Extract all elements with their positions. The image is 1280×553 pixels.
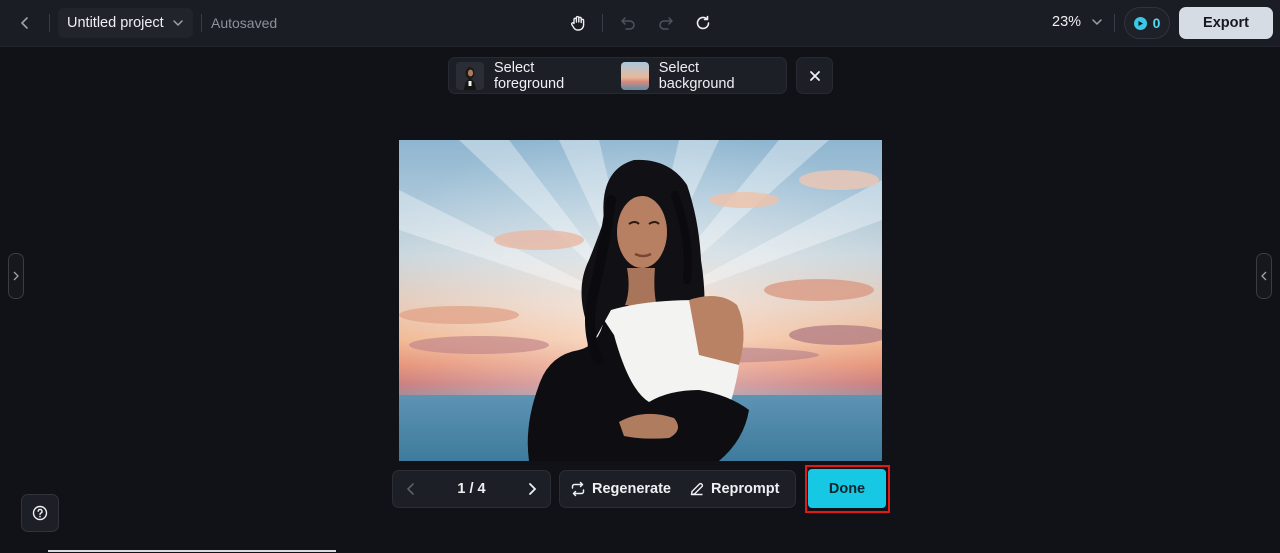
select-foreground-label: Select foreground: [494, 59, 565, 92]
zoom-dropdown[interactable]: 23%: [1052, 14, 1103, 30]
redo-button[interactable]: [654, 11, 678, 35]
reprompt-button[interactable]: Reprompt: [689, 481, 779, 497]
top-bar: Untitled project Autosaved 23% 0 Export: [0, 0, 1280, 47]
undo-icon: [621, 17, 635, 30]
divider: [49, 14, 50, 32]
autosave-status: Autosaved: [211, 15, 278, 31]
chevron-down-icon: [1092, 19, 1102, 26]
select-background-button[interactable]: Select background: [618, 59, 782, 92]
refresh-icon: [696, 15, 710, 30]
chevron-left-icon: [1261, 271, 1267, 281]
project-name-button[interactable]: Untitled project: [58, 8, 193, 38]
scroll-indicator: [48, 550, 336, 552]
previous-result-button[interactable]: [405, 482, 417, 496]
refresh-button[interactable]: [691, 11, 715, 35]
select-foreground-button[interactable]: Select foreground: [453, 59, 612, 92]
chevron-right-icon: [529, 483, 537, 495]
page-indicator: 1 / 4: [457, 481, 486, 497]
project-name-label: Untitled project: [67, 15, 164, 31]
question-icon: [32, 505, 48, 521]
redo-icon: [659, 17, 673, 30]
credits-count: 0: [1152, 15, 1161, 31]
credits-icon: [1133, 16, 1147, 30]
action-toolbar: Regenerate Reprompt: [559, 470, 796, 508]
undo-button[interactable]: [616, 11, 640, 35]
chevron-left-icon: [406, 483, 414, 495]
select-background-label: Select background: [658, 59, 735, 92]
divider: [1114, 14, 1115, 32]
canvas-image[interactable]: [399, 140, 882, 461]
help-button[interactable]: [21, 494, 59, 532]
selection-toolbar: Select foreground Select background: [448, 57, 787, 94]
credits-button[interactable]: 0: [1124, 7, 1170, 39]
result-pager: 1 / 4: [392, 470, 551, 508]
regenerate-label: Regenerate: [592, 481, 671, 497]
pencil-icon: [690, 482, 704, 496]
repeat-icon: [571, 481, 585, 497]
hand-tool-button[interactable]: [566, 11, 590, 35]
close-icon: [809, 70, 820, 81]
chevron-left-icon: [21, 17, 28, 29]
back-button[interactable]: [12, 10, 38, 36]
regenerate-button[interactable]: Regenerate: [570, 481, 671, 497]
right-panel-toggle[interactable]: [1256, 253, 1272, 299]
close-selection-button[interactable]: [796, 57, 833, 94]
background-thumbnail: [620, 61, 649, 90]
chevron-down-icon: [172, 17, 184, 29]
hand-icon: [571, 15, 585, 31]
done-button[interactable]: Done: [808, 469, 886, 508]
next-result-button[interactable]: [526, 482, 538, 496]
divider: [602, 14, 603, 32]
left-panel-toggle[interactable]: [8, 253, 24, 299]
reprompt-label: Reprompt: [710, 481, 780, 497]
zoom-level: 23%: [1052, 14, 1082, 30]
export-button[interactable]: Export: [1179, 7, 1273, 39]
foreground-thumbnail: [456, 61, 484, 90]
chevron-right-icon: [13, 271, 19, 281]
divider: [201, 14, 202, 32]
